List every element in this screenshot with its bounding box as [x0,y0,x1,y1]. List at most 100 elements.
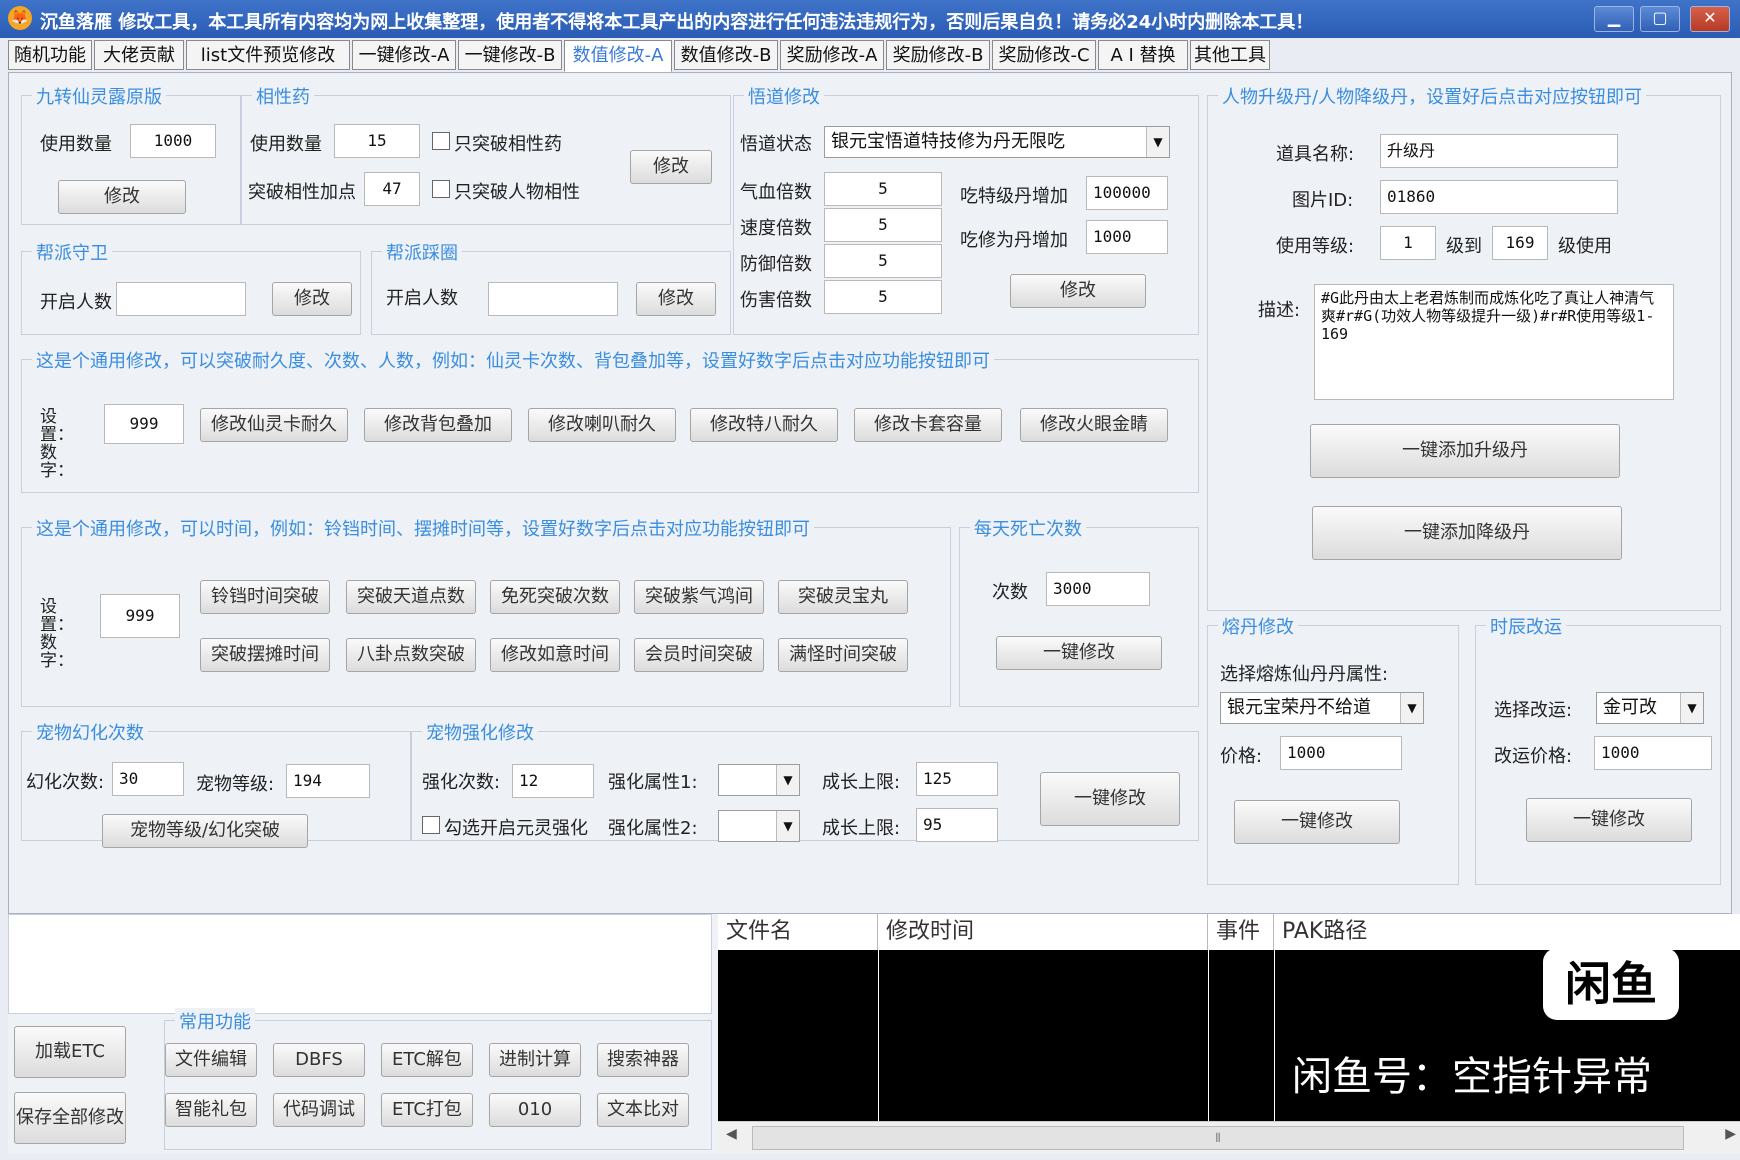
guard-modify-button[interactable]: 修改 [272,282,352,316]
modify-xianling-card-button[interactable]: 修改仙灵卡耐久 [200,408,348,442]
scroll-right-icon[interactable]: ▶ [1725,1126,1736,1142]
grow1-input[interactable]: 125 [916,762,998,796]
only-break-xiangxing-checkbox[interactable] [432,132,450,150]
text-compare-button[interactable]: 文本比对 [597,1093,689,1127]
circle-modify-button[interactable]: 修改 [636,282,716,316]
tiandao-points-button[interactable]: 突破天道点数 [346,580,476,614]
close-button[interactable]: ✕ [1690,6,1730,32]
speed-input[interactable]: 5 [824,208,942,242]
file-edit-button[interactable]: 文件编辑 [165,1043,257,1077]
smart-gift-button[interactable]: 智能礼包 [165,1093,257,1127]
add-level-down-pill-button[interactable]: 一键添加降级丹 [1312,506,1622,560]
base-calc-button[interactable]: 进制计算 [489,1043,581,1077]
transform-count-input[interactable]: 30 [112,762,184,796]
enhance-times-input[interactable]: 12 [512,764,594,798]
level-to-input[interactable]: 169 [1492,226,1548,260]
stall-time-button[interactable]: 突破摆摊时间 [200,638,330,672]
pet-level-input[interactable]: 194 [286,764,370,798]
full-monster-time-button[interactable]: 满怪时间突破 [778,638,908,672]
death-oneclick-button[interactable]: 一键修改 [996,636,1162,670]
number-input[interactable]: 999 [100,594,180,638]
xw-input[interactable]: 1000 [1086,220,1168,254]
fuse-price-input[interactable]: 1000 [1280,736,1402,770]
maximize-button[interactable]: ▢ [1640,6,1680,32]
def-input[interactable]: 5 [824,244,942,278]
pet-transform-break-button[interactable]: 宠物等级/幻化突破 [102,814,308,848]
fuse-oneclick-button[interactable]: 一键修改 [1234,800,1400,844]
load-etc-button[interactable]: 加载ETC [14,1026,126,1078]
qty-input[interactable]: 15 [334,124,420,158]
group-guild-guard: 帮派守卫 开启人数 修改 [21,239,361,335]
tab-other-tools[interactable]: 其他工具 [1190,40,1270,70]
circle-count-input[interactable] [488,282,618,316]
modify-bag-stack-button[interactable]: 修改背包叠加 [364,408,512,442]
col-filename[interactable]: 文件名 [718,914,878,950]
add-level-up-pill-button[interactable]: 一键添加升级丹 [1310,424,1620,478]
etc-unpack-button[interactable]: ETC解包 [381,1043,473,1077]
wudao-modify-button[interactable]: 修改 [1010,274,1146,308]
modify-horn-button[interactable]: 修改喇叭耐久 [528,408,676,442]
hp-input[interactable]: 5 [824,172,942,206]
modify-card-case-button[interactable]: 修改卡套容量 [854,408,1002,442]
pic-id-input[interactable]: 01860 [1380,180,1618,214]
bagua-points-button[interactable]: 八卦点数突破 [346,638,476,672]
xiangxing-modify-button[interactable]: 修改 [630,150,712,184]
ruyi-time-button[interactable]: 修改如意时间 [490,638,620,672]
bell-time-button[interactable]: 铃铛时间突破 [200,580,330,614]
jiuzhuan-modify-button[interactable]: 修改 [58,180,186,214]
scroll-left-icon[interactable]: ◀ [726,1126,737,1142]
tab-value-b[interactable]: 数值修改-B [674,40,778,70]
item-name-input[interactable]: 升级丹 [1380,134,1618,168]
number-input[interactable]: 999 [104,404,184,444]
attr2-select[interactable]: ▼ [718,810,800,842]
dbfs-button[interactable]: DBFS [273,1043,365,1077]
ziqi-button[interactable]: 突破紫气鸿间 [634,580,764,614]
modify-fire-eye-button[interactable]: 修改火眼金睛 [1020,408,1168,442]
tab-list-preview[interactable]: list文件预览修改 [186,40,350,70]
def-label: 防御倍数 [740,254,812,275]
tj-input[interactable]: 100000 [1086,176,1168,210]
no-death-count-button[interactable]: 免死突破次数 [490,580,620,614]
etc-pack-button[interactable]: ETC打包 [381,1093,473,1127]
tab-reward-a[interactable]: 奖励修改-A [780,40,884,70]
wudao-state-select[interactable]: 银元宝悟道特技修为丹无限吃 ▼ [824,126,1170,158]
yuanling-enhance-checkbox[interactable] [422,816,440,834]
tab-ai-replace[interactable]: A I 替换 [1098,40,1188,70]
col-pak-path[interactable]: PAK路径 [1274,914,1740,950]
pet-enhance-oneclick-button[interactable]: 一键修改 [1040,772,1180,826]
attr1-select[interactable]: ▼ [718,764,800,796]
hex-010-button[interactable]: 010 [489,1093,581,1127]
tab-reward-b[interactable]: 奖励修改-B [886,40,990,70]
death-count-input[interactable]: 3000 [1046,572,1150,606]
tab-reward-c[interactable]: 奖励修改-C [992,40,1096,70]
bonus-input[interactable]: 47 [364,172,420,206]
tab-oneclick-b[interactable]: 一键修改-B [458,40,562,70]
lingbao-pill-button[interactable]: 突破灵宝丸 [778,580,908,614]
fortune-select[interactable]: 金可改 ▼ [1596,692,1704,724]
level-from-input[interactable]: 1 [1380,226,1436,260]
guard-count-input[interactable] [116,282,246,316]
fortune-oneclick-button[interactable]: 一键修改 [1526,798,1692,842]
fortune-price-input[interactable]: 1000 [1594,736,1712,770]
dmg-input[interactable]: 5 [824,280,942,314]
search-tool-button[interactable]: 搜索神器 [597,1043,689,1077]
fuse-attr-select[interactable]: 银元宝荣丹不给道 ▼ [1220,692,1424,724]
tab-value-a[interactable]: 数值修改-A [564,40,672,72]
save-all-button[interactable]: 保存全部修改 [14,1092,126,1144]
tab-contribution[interactable]: 大佬贡献 [94,40,184,70]
vip-time-button[interactable]: 会员时间突破 [634,638,764,672]
scroll-thumb[interactable]: ⦀ [752,1126,1684,1150]
grow2-input[interactable]: 95 [916,808,998,842]
col-modified-time[interactable]: 修改时间 [878,914,1208,950]
modify-te8-button[interactable]: 修改特八耐久 [690,408,838,442]
qty-input[interactable]: 1000 [130,124,216,158]
col-event[interactable]: 事件 [1208,914,1274,950]
only-break-character-checkbox[interactable] [432,180,450,198]
horizontal-scrollbar[interactable]: ◀ ⦀ ▶ [718,1121,1740,1154]
minimize-button[interactable]: ▁ [1594,6,1634,32]
description-textarea[interactable]: #G此丹由太上老君炼制而成炼化吃了真让人神清气爽#r#G(功效人物等级提升一级)… [1314,284,1674,400]
qty-label: 使用数量 [250,134,322,155]
tab-oneclick-a[interactable]: 一键修改-A [352,40,456,70]
code-debug-button[interactable]: 代码调试 [273,1093,365,1127]
tab-random[interactable]: 随机功能 [8,40,92,70]
